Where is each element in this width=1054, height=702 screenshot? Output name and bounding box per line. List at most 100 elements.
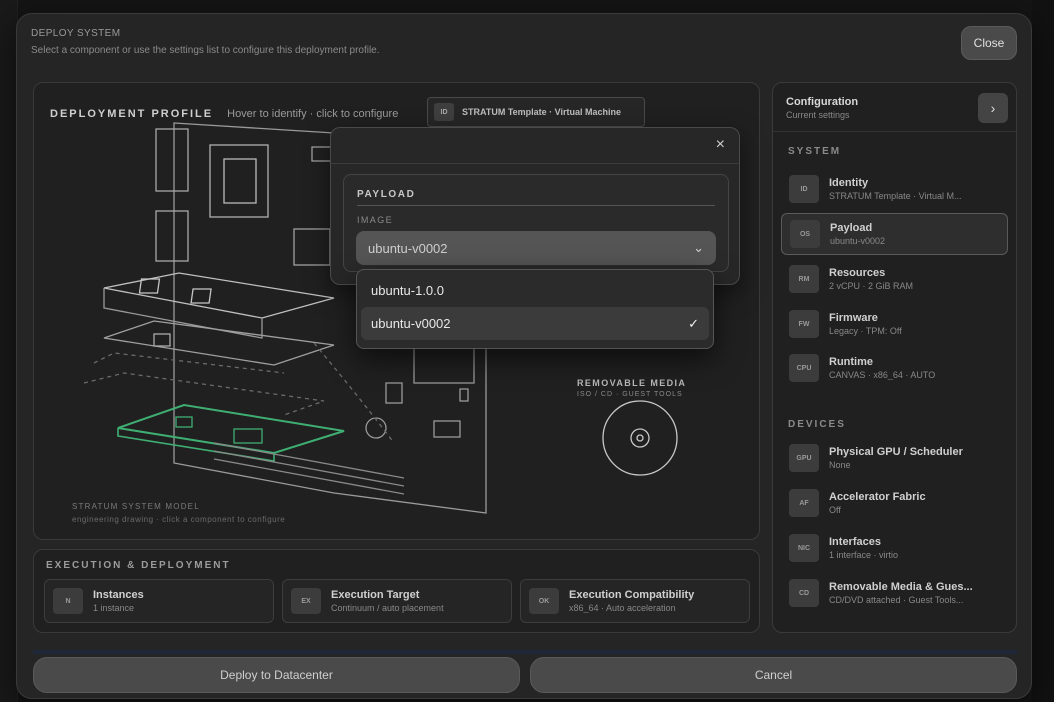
image-dropdown: ubuntu-1.0.0 ubuntu-v0002 ✓ <box>356 269 714 349</box>
item-subtitle: CD/DVD attached · Guest Tools... <box>829 595 964 605</box>
item-subtitle: None <box>829 460 851 470</box>
item-subtitle: STRATUM Template · Virtual M... <box>829 191 962 201</box>
item-badge: AF <box>789 489 819 517</box>
cancel-button[interactable]: Cancel <box>530 657 1017 693</box>
configuration-header: Configuration Current settings › <box>773 83 1016 132</box>
item-badge: GPU <box>789 444 819 472</box>
item-subtitle: Legacy · TPM: Off <box>829 326 902 336</box>
deploy-button[interactable]: Deploy to Datacenter <box>33 657 520 693</box>
vertical-slots <box>413 344 475 384</box>
execution-title: EXECUTION & DEPLOYMENT <box>46 560 231 571</box>
image-select-value: ubuntu-v0002 <box>368 240 448 256</box>
template-chip[interactable]: ID STRATUM Template · Virtual Machine <box>427 97 645 127</box>
config-item-interfaces[interactable]: NIC Interfaces 1 interface · virtio <box>781 527 1008 569</box>
board-square-2 <box>433 420 461 438</box>
popover-divider <box>331 163 739 164</box>
card-badge: OK <box>529 588 559 614</box>
dashed-guide <box>93 352 285 374</box>
io-port-bottom <box>155 210 189 262</box>
option-label: ubuntu-1.0.0 <box>371 283 445 298</box>
item-subtitle: Off <box>829 505 841 515</box>
configuration-panel: Configuration Current settings › SYSTEM … <box>772 82 1017 633</box>
item-subtitle: 2 vCPU · 2 GiB RAM <box>829 281 914 291</box>
io-port-top <box>155 128 189 192</box>
dialog-title: DEPLOY SYSTEM <box>31 28 121 39</box>
item-subtitle: CANVAS · x86_64 · AUTO <box>829 370 936 380</box>
check-icon: ✓ <box>688 315 699 331</box>
image-label: IMAGE <box>357 215 394 225</box>
card-top-chip-2 <box>190 288 212 304</box>
chevron-down-icon: ⌄ <box>693 240 704 255</box>
dropdown-option[interactable]: ubuntu-1.0.0 <box>361 274 709 307</box>
configuration-title: Configuration <box>786 96 859 108</box>
item-badge: NIC <box>789 534 819 562</box>
divider-bar <box>33 650 1017 654</box>
item-title: Payload <box>830 222 873 234</box>
item-badge: RM <box>789 265 819 293</box>
config-item-identity[interactable]: ID Identity STRATUM Template · Virtual M… <box>781 168 1008 210</box>
dialog-subtitle: Select a component or use the settings l… <box>31 45 380 56</box>
item-subtitle: ubuntu-v0002 <box>830 236 886 246</box>
dropdown-option-selected[interactable]: ubuntu-v0002 ✓ <box>361 307 709 340</box>
close-button[interactable]: Close <box>961 26 1017 60</box>
item-subtitle: 1 interface · virtio <box>829 550 899 560</box>
system-section-label: SYSTEM <box>788 146 842 157</box>
item-badge: OS <box>790 220 820 248</box>
execution-target-card[interactable]: EX Execution Target Continuum / auto pla… <box>282 579 512 623</box>
config-item-removable-media[interactable]: CD Removable Media & Gues... CD/DVD atta… <box>781 572 1008 614</box>
item-title: Removable Media & Gues... <box>829 581 973 593</box>
memory-chip-1 <box>175 416 193 428</box>
card-title: Execution Target <box>331 589 420 601</box>
deploy-dialog: DEPLOY SYSTEM Select a component or use … <box>16 13 1032 699</box>
item-badge: FW <box>789 310 819 338</box>
chipset <box>293 228 331 266</box>
execution-compatibility-card[interactable]: OK Execution Compatibility x86_64 · Auto… <box>520 579 750 623</box>
config-item-runtime[interactable]: CPU Runtime CANVAS · x86_64 · AUTO <box>781 347 1008 389</box>
item-badge: ID <box>789 175 819 203</box>
devices-section-label: DEVICES <box>788 419 846 430</box>
configuration-subtitle: Current settings <box>786 110 850 120</box>
image-select[interactable]: ubuntu-v0002 ⌄ <box>356 231 716 265</box>
card-badge: N <box>53 588 83 614</box>
expansion-card-top <box>103 272 335 319</box>
profile-header: DEPLOYMENT PROFILE Hover to identify · c… <box>50 108 398 120</box>
card-subtitle: x86_64 · Auto acceleration <box>569 603 676 613</box>
model-caption: STRATUM SYSTEM MODEL <box>72 502 200 511</box>
card-title: Execution Compatibility <box>569 589 695 601</box>
config-item-firmware[interactable]: FW Firmware Legacy · TPM: Off <box>781 303 1008 345</box>
item-title: Accelerator Fabric <box>829 491 926 503</box>
item-title: Resources <box>829 267 886 279</box>
removable-media-caption[interactable]: REMOVABLE MEDIA <box>577 378 686 388</box>
item-title: Interfaces <box>829 536 881 548</box>
card-badge: EX <box>291 588 321 614</box>
board-small <box>459 388 469 402</box>
instances-card[interactable]: N Instances 1 instance <box>44 579 274 623</box>
close-icon[interactable]: × <box>716 136 725 154</box>
config-item-payload[interactable]: OS Payload ubuntu-v0002 <box>781 213 1008 255</box>
item-badge: CD <box>789 579 819 607</box>
item-title: Identity <box>829 177 869 189</box>
item-badge: CPU <box>789 354 819 382</box>
cpu-chip <box>223 158 257 204</box>
execution-panel: EXECUTION & DEPLOYMENT N Instances 1 ins… <box>33 549 760 633</box>
expansion-card-mid <box>103 320 335 366</box>
item-title: Firmware <box>829 312 878 324</box>
card-subtitle: 1 instance <box>93 603 135 613</box>
config-item-resources[interactable]: RM Resources 2 vCPU · 2 GiB RAM <box>781 258 1008 300</box>
profile-title: DEPLOYMENT PROFILE <box>50 108 214 120</box>
card-title: Instances <box>93 589 144 601</box>
removable-media-disk <box>602 400 678 476</box>
background-edge <box>1032 0 1054 702</box>
id-badge: ID <box>434 103 454 121</box>
removable-media-subcaption: ISO / CD · GUEST TOOLS <box>577 391 683 398</box>
board-battery <box>365 417 387 439</box>
option-label: ubuntu-v0002 <box>371 316 451 331</box>
board-square-1 <box>385 382 403 404</box>
payload-section: PAYLOAD IMAGE ubuntu-v0002 ⌄ <box>343 174 729 272</box>
config-item-accelerator-fabric[interactable]: AF Accelerator Fabric Off <box>781 482 1008 524</box>
payload-title-rule <box>357 205 715 206</box>
card-subtitle: Continuum / auto placement <box>331 603 444 613</box>
config-item-gpu[interactable]: GPU Physical GPU / Scheduler None <box>781 437 1008 479</box>
template-label: STRATUM Template · Virtual Machine <box>462 107 622 117</box>
chevron-right-icon[interactable]: › <box>978 93 1008 123</box>
